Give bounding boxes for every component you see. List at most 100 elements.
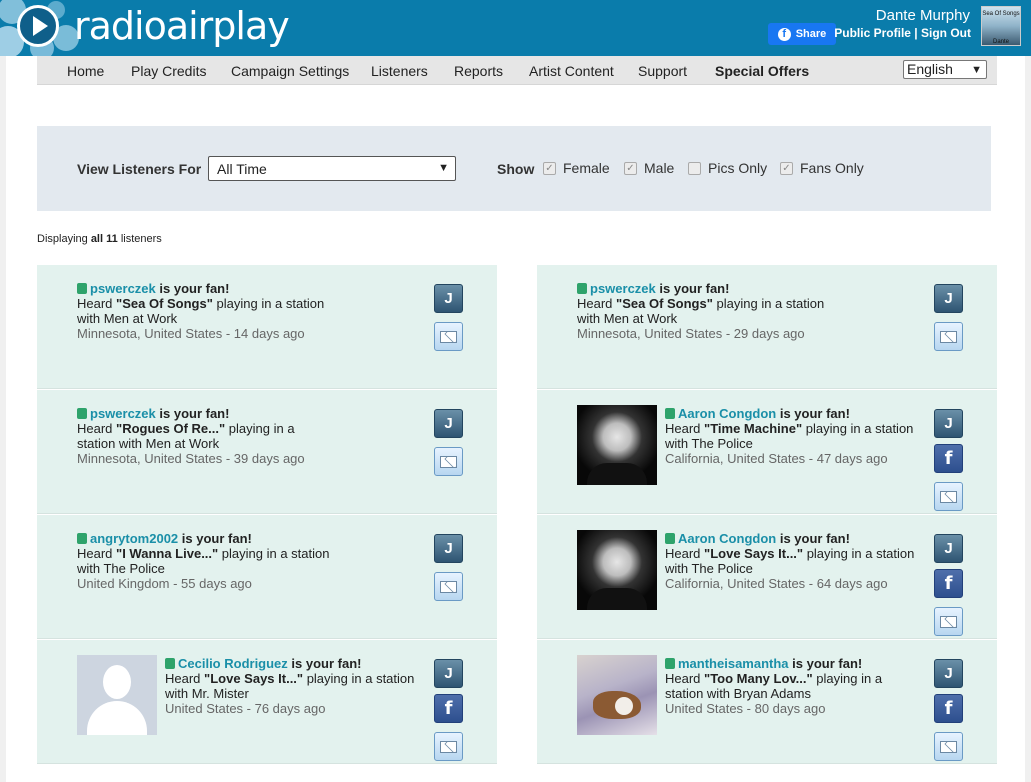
filter-fans-only[interactable]: ✓ Fans Only	[780, 160, 864, 176]
station-text: playing in a station	[303, 671, 415, 686]
nav-campaign-settings[interactable]: Campaign Settings	[231, 63, 349, 79]
message-button[interactable]	[434, 447, 463, 476]
listener-username-link[interactable]: pswerczek	[90, 406, 156, 421]
jam-button[interactable]: J	[934, 284, 963, 313]
facebook-icon: f	[944, 448, 953, 469]
facebook-icon: f	[777, 27, 791, 41]
facebook-button[interactable]: f	[934, 694, 963, 723]
message-button[interactable]	[434, 572, 463, 601]
listener-info: Aaron Congdon is your fan! Heard "Love Sa…	[665, 531, 914, 591]
jam-button[interactable]: J	[934, 534, 963, 563]
brand-logo-text[interactable]: radioairplay	[74, 4, 290, 48]
user-avatar[interactable]: Sea Of Songs Dante	[981, 6, 1021, 46]
pics-only-checkbox[interactable]	[688, 161, 701, 175]
fan-status: is your fan!	[779, 406, 850, 421]
listener-photo[interactable]	[577, 405, 657, 485]
listener-info: Cecilio Rodriguez is your fan! Heard "Lov…	[165, 656, 414, 716]
listener-username-link[interactable]: pswerczek	[590, 281, 656, 296]
listener-info: mantheisamantha is your fan! Heard "Too M…	[665, 656, 882, 716]
song-title: "I Wanna Live..."	[116, 546, 219, 561]
listener-location: United States - 76 days ago	[165, 701, 326, 716]
facebook-button[interactable]: f	[934, 569, 963, 598]
female-checkbox[interactable]: ✓	[543, 161, 556, 175]
fans-only-checkbox[interactable]: ✓	[780, 161, 793, 175]
play-logo-icon[interactable]	[17, 5, 59, 47]
listener-username-link[interactable]: Cecilio Rodriguez	[178, 656, 288, 671]
listener-card: pswerczek is your fan! Heard "Sea Of Song…	[37, 265, 497, 389]
song-title: "Sea Of Songs"	[616, 296, 713, 311]
nav-artist-content[interactable]: Artist Content	[529, 63, 614, 79]
listener-photo[interactable]	[577, 530, 657, 610]
facebook-icon: f	[444, 698, 453, 719]
heard-label: Heard	[577, 296, 613, 311]
jam-icon: J	[444, 540, 453, 557]
listener-username-link[interactable]: Aaron Congdon	[678, 406, 776, 421]
thumbs-up-icon	[665, 658, 675, 669]
facebook-button[interactable]: f	[934, 444, 963, 473]
message-button[interactable]	[934, 482, 963, 511]
listener-location: Minnesota, United States - 14 days ago	[77, 326, 305, 341]
station-artist: with The Police	[665, 561, 753, 576]
station-text: playing in a station	[218, 546, 330, 561]
message-button[interactable]	[434, 732, 463, 761]
nav-listeners[interactable]: Listeners	[371, 63, 428, 79]
message-button[interactable]	[434, 322, 463, 351]
envelope-icon	[440, 580, 457, 593]
message-button[interactable]	[934, 732, 963, 761]
jam-button[interactable]: J	[934, 659, 963, 688]
listener-card: angrytom2002 is your fan! Heard "I Wanna …	[37, 515, 497, 639]
nav-home[interactable]: Home	[67, 63, 104, 79]
filter-female[interactable]: ✓ Female	[543, 160, 610, 176]
nav-support[interactable]: Support	[638, 63, 687, 79]
listener-username-link[interactable]: angrytom2002	[90, 531, 178, 546]
public-profile-link[interactable]: Public Profile	[834, 26, 911, 40]
jam-icon: J	[944, 415, 953, 432]
station-artist: with Men at Work	[577, 311, 678, 326]
station-artist: station with Bryan Adams	[665, 686, 811, 701]
nav-reports[interactable]: Reports	[454, 63, 503, 79]
fan-status: is your fan!	[159, 281, 230, 296]
jam-icon: J	[444, 415, 453, 432]
song-title: "Time Machine"	[704, 421, 803, 436]
jam-icon: J	[944, 665, 953, 682]
listener-username-link[interactable]: pswerczek	[90, 281, 156, 296]
listener-location: California, United States - 47 days ago	[665, 451, 888, 466]
thumbs-up-icon	[77, 283, 87, 294]
jam-button[interactable]: J	[434, 534, 463, 563]
nav-special-offers[interactable]: Special Offers	[715, 63, 809, 79]
message-button[interactable]	[934, 322, 963, 351]
listener-info: pswerczek is your fan! Heard "Sea Of Song…	[577, 281, 824, 341]
summary-suffix: listeners	[120, 233, 162, 245]
station-text: playing in a station	[712, 296, 825, 311]
sign-out-link[interactable]: Sign Out	[921, 26, 971, 40]
chevron-down-icon: ▼	[438, 162, 449, 174]
language-select[interactable]: English ▼	[903, 60, 987, 79]
listener-info: Aaron Congdon is your fan! Heard "Time Ma…	[665, 406, 913, 466]
envelope-icon	[940, 330, 957, 343]
link-separator: |	[914, 26, 918, 40]
male-checkbox[interactable]: ✓	[624, 161, 637, 175]
heard-label: Heard	[77, 296, 113, 311]
message-button[interactable]	[934, 607, 963, 636]
listener-username-link[interactable]: Aaron Congdon	[678, 531, 776, 546]
listener-photo[interactable]	[77, 655, 157, 735]
listener-count-summary: Displaying all 11 listeners	[37, 233, 162, 245]
filter-male[interactable]: ✓ Male	[624, 160, 674, 176]
male-label: Male	[644, 160, 675, 176]
jam-button[interactable]: J	[434, 659, 463, 688]
facebook-share-button[interactable]: f Share	[768, 23, 836, 45]
facebook-button[interactable]: f	[434, 694, 463, 723]
filter-pics-only[interactable]: Pics Only	[688, 160, 767, 176]
period-select[interactable]: All Time ▼	[208, 156, 456, 181]
fan-status: is your fan!	[779, 531, 850, 546]
nav-play-credits[interactable]: Play Credits	[131, 63, 206, 79]
jam-button[interactable]: J	[434, 284, 463, 313]
jam-button[interactable]: J	[934, 409, 963, 438]
listener-username-link[interactable]: mantheisamantha	[678, 656, 789, 671]
thumbs-up-icon	[665, 533, 675, 544]
listener-info: pswerczek is your fan! Heard "Sea Of Song…	[77, 281, 324, 341]
fan-status: is your fan!	[659, 281, 730, 296]
view-listeners-label: View Listeners For	[77, 161, 202, 177]
jam-button[interactable]: J	[434, 409, 463, 438]
listener-photo[interactable]	[577, 655, 657, 735]
